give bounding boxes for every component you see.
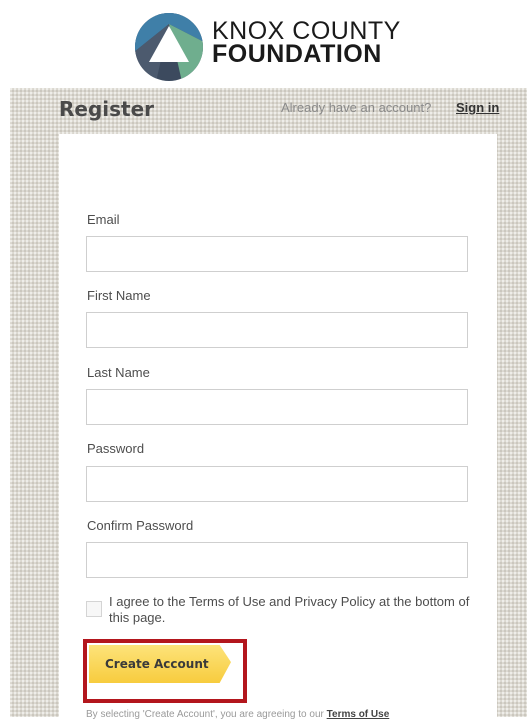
confirm-password-field[interactable]	[86, 542, 468, 578]
email-label: Email	[87, 212, 120, 227]
last-name-label: Last Name	[87, 365, 150, 380]
already-have-account-text: Already have an account?	[281, 100, 432, 115]
agree-terms-label: I agree to the Terms of Use and Privacy …	[109, 594, 470, 625]
create-account-button[interactable]: Create Account	[89, 645, 231, 683]
register-panel: Register Already have an account? Sign i…	[10, 88, 527, 720]
first-name-label: First Name	[87, 288, 151, 303]
agree-terms-checkbox[interactable]	[86, 601, 102, 617]
terms-notice: By selecting 'Create Account', you are a…	[86, 709, 389, 720]
logo-wordmark: KNOX COUNTY FOUNDATION	[212, 19, 401, 68]
logo-line-foundation: FOUNDATION	[212, 40, 382, 68]
site-header: KNOX COUNTY FOUNDATION	[0, 0, 527, 88]
sign-in-link[interactable]: Sign in	[456, 100, 499, 115]
first-name-field[interactable]	[86, 312, 468, 348]
terms-notice-text: By selecting 'Create Account', you are a…	[86, 709, 324, 720]
foundation-logo-icon	[135, 13, 203, 81]
page-title: Register	[59, 97, 155, 121]
email-field[interactable]	[86, 236, 468, 272]
register-form: Email First Name Last Name Password Conf…	[59, 134, 497, 720]
password-label: Password	[87, 441, 145, 456]
password-field[interactable]	[86, 466, 468, 502]
terms-of-use-link[interactable]: Terms of Use	[327, 709, 390, 720]
last-name-field[interactable]	[86, 389, 468, 425]
confirm-password-label: Confirm Password	[87, 518, 194, 533]
